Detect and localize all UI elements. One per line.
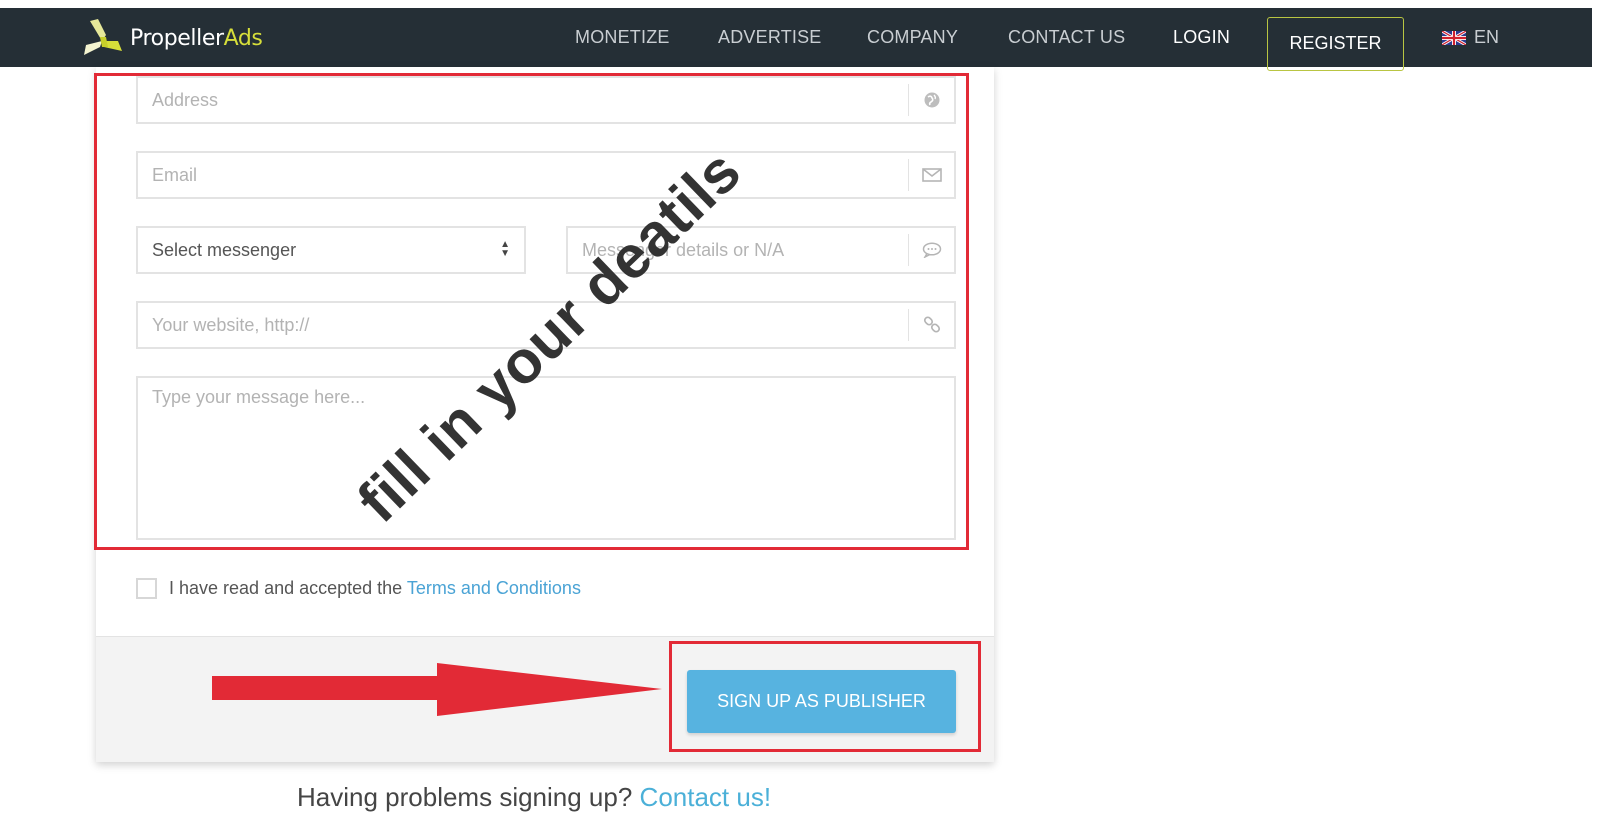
brand-name: PropellerAds: [130, 25, 263, 51]
contact-us-link[interactable]: Contact us!: [640, 782, 772, 812]
register-button[interactable]: REGISTER: [1267, 17, 1404, 71]
propellerads-logo[interactable]: PropellerAds: [80, 11, 263, 65]
uk-flag-icon: [1442, 30, 1466, 45]
red-arrow-icon: [212, 663, 662, 716]
nav-contact-us[interactable]: CONTACT US: [1008, 8, 1125, 67]
language-label: EN: [1474, 27, 1500, 47]
terms-link[interactable]: Terms and Conditions: [407, 578, 581, 598]
terms-row: I have read and accepted the Terms and C…: [136, 577, 581, 599]
terms-checkbox[interactable]: [136, 577, 157, 599]
nav-monetize[interactable]: MONETIZE: [575, 8, 670, 67]
language-selector[interactable]: EN: [1442, 8, 1499, 67]
signup-help-text: Having problems signing up? Contact us!: [297, 782, 772, 812]
nav-advertise[interactable]: ADVERTISE: [718, 8, 822, 67]
nav-login[interactable]: LOGIN: [1173, 8, 1230, 67]
propeller-logo-icon: [84, 19, 122, 55]
top-navbar: PropellerAds MONETIZE ADVERTISE COMPANY …: [0, 8, 1592, 71]
submit-button-highlight-box: [669, 641, 981, 752]
nav-company[interactable]: COMPANY: [867, 8, 958, 67]
terms-label: I have read and accepted the Terms and C…: [169, 577, 581, 598]
